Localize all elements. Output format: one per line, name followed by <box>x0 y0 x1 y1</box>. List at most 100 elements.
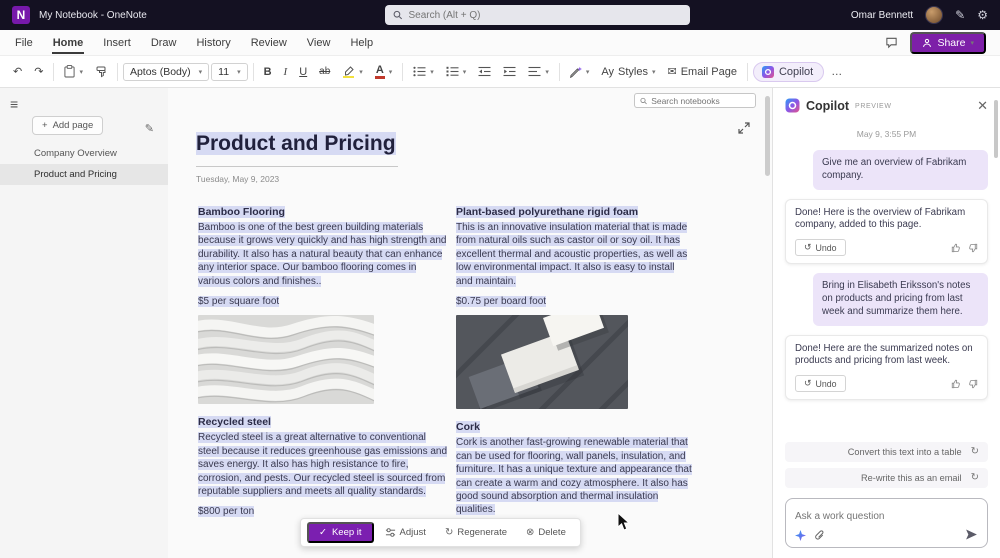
sparkle-pen-icon <box>569 66 582 78</box>
chat-message-assistant: Done! Here are the summarized notes on p… <box>785 334 988 401</box>
chat-message-user: Bring in Elisabeth Eriksson's notes on p… <box>813 273 988 326</box>
chevron-down-icon: ▾ <box>388 68 393 76</box>
prompt-sparkle-icon[interactable] <box>795 530 806 541</box>
undo-button[interactable]: ↺ Undo <box>795 239 846 257</box>
bamboo-price: $5 per square foot <box>198 296 280 308</box>
expand-icon[interactable] <box>738 122 750 134</box>
titlebar: N My Notebook - OneNote Omar Bennett ✎ ⚙ <box>0 0 1000 30</box>
comments-icon[interactable] <box>885 36 898 49</box>
refresh-icon: ↻ <box>444 526 454 538</box>
font-name-value: Aptos (Body) <box>129 65 191 78</box>
avatar[interactable] <box>925 6 944 24</box>
menu-view[interactable]: View <box>306 32 332 54</box>
chevron-down-icon: ▾ <box>359 68 363 76</box>
underline-button[interactable]: U <box>294 63 312 81</box>
copilot-scrollbar[interactable] <box>994 100 998 158</box>
undo-button[interactable]: ↺ Undo <box>795 375 846 393</box>
bold-button[interactable]: B <box>259 63 277 81</box>
email-page-button[interactable]: ✉ Email Page <box>662 62 741 81</box>
chevron-down-icon: ▾ <box>970 39 974 47</box>
search-icon <box>640 97 647 104</box>
chevron-down-icon: ▾ <box>651 68 656 76</box>
chevron-down-icon: ▾ <box>462 68 467 76</box>
global-search-input[interactable] <box>408 9 682 21</box>
share-button[interactable]: Share ▾ <box>910 31 986 54</box>
menu-insert[interactable]: Insert <box>102 32 132 54</box>
page-item-company-overview[interactable]: Company Overview <box>0 143 168 164</box>
chevron-down-icon: ▾ <box>545 68 549 76</box>
thumbs-up-icon[interactable] <box>951 379 961 389</box>
thumbs-down-icon[interactable] <box>968 379 978 389</box>
page-item-product-and-pricing[interactable]: Product and Pricing <box>0 164 168 185</box>
sliders-icon <box>385 528 395 537</box>
add-page-button[interactable]: + Add page <box>32 116 104 135</box>
font-color-button[interactable]: A ▾ <box>370 62 397 82</box>
note-column-left: Bamboo Flooring Bamboo is one of the bes… <box>198 206 448 526</box>
numbering-button[interactable]: ▾ <box>441 63 472 80</box>
styles-icon: Ay <box>601 65 614 78</box>
font-name-select[interactable]: Aptos (Body) ▾ <box>122 62 210 81</box>
menu-home[interactable]: Home <box>52 32 85 54</box>
menu-help[interactable]: Help <box>349 32 374 54</box>
gear-icon[interactable]: ⚙ <box>977 9 988 21</box>
pencil-icon[interactable]: ✎ <box>955 9 965 21</box>
italic-button[interactable]: I <box>279 63 293 81</box>
note-column-right: Plant-based polyurethane rigid foam This… <box>456 206 692 524</box>
chevron-down-icon: ▾ <box>79 68 83 76</box>
styles-button[interactable]: Ay Styles ▾ <box>596 63 660 81</box>
menu-review[interactable]: Review <box>250 32 288 54</box>
thumbs-up-icon[interactable] <box>951 243 961 253</box>
copilot-input[interactable] <box>795 511 978 522</box>
foam-price: $0.75 per board foot <box>456 296 547 308</box>
undo-icon: ↺ <box>804 378 812 389</box>
mouse-cursor <box>617 512 631 531</box>
quick-styles-button[interactable]: ▾ <box>565 63 595 81</box>
chat-timestamp: May 9, 3:55 PM <box>856 129 917 139</box>
regenerate-button[interactable]: ↻ Regenerate <box>437 524 515 541</box>
undo-button[interactable]: ↶ <box>8 62 27 81</box>
send-icon[interactable] <box>965 528 978 541</box>
copilot-panel: Copilot PREVIEW ✕ May 9, 3:55 PM Give me… <box>772 88 1000 558</box>
page-title: Product and Pricing <box>196 132 396 155</box>
menu-file[interactable]: File <box>14 32 34 54</box>
menu-history[interactable]: History <box>195 32 231 54</box>
align-button[interactable]: ▾ <box>523 63 554 80</box>
pen-icon[interactable]: ✎ <box>145 122 154 135</box>
notebook-search-input[interactable] <box>651 95 750 106</box>
delete-button[interactable]: ⊗ Delete <box>518 524 574 541</box>
menu-draw[interactable]: Draw <box>150 32 178 54</box>
bullets-button[interactable]: ▾ <box>408 63 439 80</box>
indent-button[interactable] <box>498 63 521 80</box>
outdent-button[interactable] <box>473 63 496 80</box>
global-search[interactable] <box>385 5 690 25</box>
cork-heading: Cork <box>456 421 480 434</box>
steel-body: Recycled steel is a great alternative to… <box>198 432 448 498</box>
thumbs-down-icon[interactable] <box>968 243 978 253</box>
strikethrough-button[interactable]: ab <box>314 63 335 80</box>
suggestion-convert-table[interactable]: Convert this text into a table ↻ <box>785 442 988 462</box>
format-painter-button[interactable] <box>90 63 112 81</box>
onenote-logo-icon[interactable]: N <box>12 6 30 24</box>
more-options-button[interactable]: … <box>826 63 847 81</box>
suggestion-rewrite-email[interactable]: Re-write this as an email ↻ <box>785 468 988 488</box>
font-size-select[interactable]: 11 ▾ <box>211 62 248 81</box>
canvas-scrollbar[interactable] <box>765 96 770 176</box>
redo-button[interactable]: ↷ <box>29 62 48 81</box>
notebook-search[interactable] <box>634 93 756 108</box>
close-icon[interactable]: ✕ <box>977 99 988 112</box>
copilot-icon <box>761 65 774 78</box>
copilot-title: Copilot <box>806 98 850 113</box>
workspace: ≡ + Add page ✎ Company Overview Product … <box>0 88 1000 558</box>
paste-button[interactable]: ▾ <box>59 62 88 81</box>
adjust-button[interactable]: Adjust <box>377 524 434 541</box>
delete-icon: ⊗ <box>526 526 535 538</box>
highlight-button[interactable]: ▾ <box>337 62 368 81</box>
chevron-down-icon: ▾ <box>198 68 203 76</box>
check-icon: ✓ <box>319 527 327 538</box>
hamburger-icon[interactable]: ≡ <box>10 96 18 112</box>
keep-it-button[interactable]: ✓ Keep it <box>307 522 374 543</box>
copilot-ribbon-button[interactable]: Copilot <box>752 61 825 82</box>
copilot-input-box[interactable] <box>785 498 988 548</box>
clipboard-icon <box>64 65 75 78</box>
paperclip-icon[interactable] <box>814 530 825 541</box>
